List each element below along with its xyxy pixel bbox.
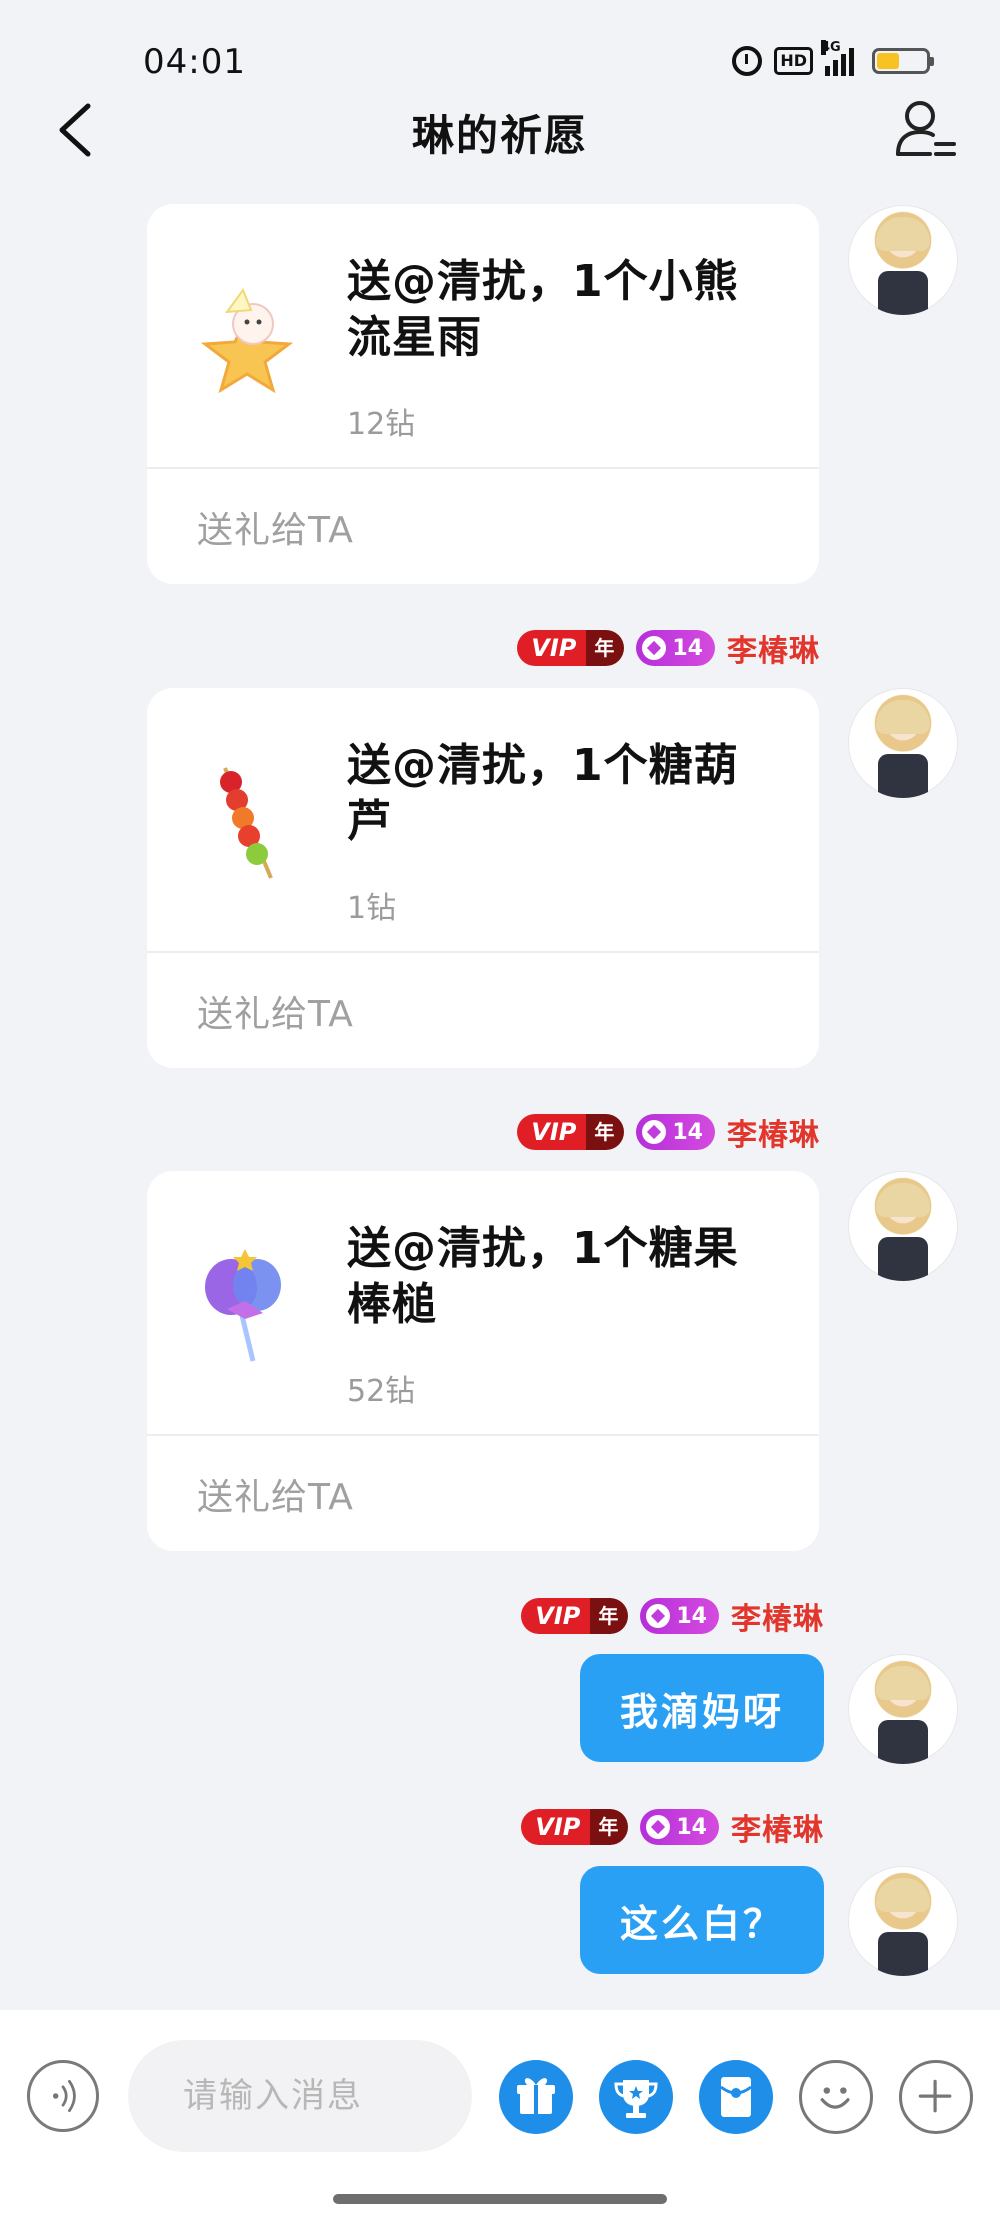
emoji-icon[interactable] [799, 2060, 873, 2134]
level-diamond-icon [642, 1120, 667, 1144]
status-time: 04:01 [143, 42, 246, 82]
page-title: 琳的祈愿 [411, 111, 588, 160]
sender-name[interactable]: 李椿琳 [731, 1805, 824, 1849]
gift-message-card: 送@清扰，1个小熊流星雨 12钻 送礼给TA [147, 204, 819, 584]
vip-badge: VIP 年 [521, 1809, 629, 1845]
level-diamond-icon [646, 1815, 671, 1839]
avatar[interactable] [848, 1866, 958, 1976]
send-gift-button[interactable]: 送礼给TA [147, 469, 819, 584]
avatar[interactable] [848, 1654, 958, 1764]
sender-name[interactable]: 李椿琳 [731, 1594, 824, 1638]
bear-star-gift-icon [200, 287, 294, 394]
alarm-icon [732, 46, 763, 76]
gift-price: 52钻 [347, 1374, 416, 1409]
gift-price: 12钻 [347, 407, 416, 442]
sender-info: VIP 年 14 李椿琳 [517, 626, 820, 670]
level-badge: 14 [636, 630, 715, 666]
gift-price: 1钻 [347, 891, 397, 926]
candied-haws-gift-icon [220, 767, 273, 879]
status-bar: 04:01 HD 4G [0, 0, 1000, 100]
sender-info: VIP 年 14 李椿琳 [521, 1594, 824, 1638]
signal-icon: 4G [821, 40, 854, 76]
hd-icon: HD [774, 47, 813, 75]
home-indicator[interactable] [333, 2194, 667, 2204]
gift-message-card: 送@清扰，1个糖果棒槌 52钻 送礼给TA [147, 1171, 819, 1551]
voice-icon[interactable] [27, 2060, 99, 2132]
status-icons: HD 4G [732, 40, 934, 76]
level-diamond-icon [642, 636, 667, 660]
candy-wand-gift-icon [205, 1249, 281, 1362]
trophy-icon[interactable] [599, 2060, 673, 2134]
network-type: 4G [821, 40, 841, 55]
vip-badge: VIP 年 [517, 1114, 625, 1150]
input-bar [0, 2010, 1000, 2222]
avatar[interactable] [848, 688, 958, 798]
avatar[interactable] [848, 1171, 958, 1281]
text-message-bubble[interactable]: 我滴妈呀 [580, 1654, 824, 1762]
vip-badge: VIP 年 [517, 630, 625, 666]
send-gift-button[interactable]: 送礼给TA [147, 1436, 819, 1551]
level-badge: 14 [636, 1114, 715, 1150]
sender-name[interactable]: 李椿琳 [727, 1110, 820, 1154]
sender-info: VIP 年 14 李椿琳 [517, 1110, 820, 1154]
level-badge: 14 [640, 1809, 719, 1845]
vip-badge: VIP 年 [521, 1598, 629, 1634]
gift-text: 送@清扰，1个小熊流星雨 [347, 256, 739, 363]
plus-icon[interactable] [899, 2060, 973, 2134]
sender-name[interactable]: 李椿琳 [727, 626, 820, 670]
gift-icon[interactable] [499, 2060, 573, 2134]
level-diamond-icon [646, 1604, 671, 1628]
red-packet-icon[interactable] [699, 2060, 773, 2134]
text-message-bubble[interactable]: 这么白？ [580, 1866, 824, 1974]
battery-icon [872, 48, 934, 74]
gift-message-card: 送@清扰，1个糖葫芦 1钻 送礼给TA [147, 688, 819, 1068]
header: 琳的祈愿 [0, 100, 1000, 200]
profile-settings-button[interactable] [890, 94, 960, 164]
avatar[interactable] [848, 205, 958, 315]
sender-info: VIP 年 14 李椿琳 [521, 1805, 824, 1849]
gift-text: 送@清扰，1个糖葫芦 [347, 740, 739, 847]
message-input[interactable] [128, 2040, 472, 2152]
level-badge: 14 [640, 1598, 719, 1634]
gift-text: 送@清扰，1个糖果棒槌 [347, 1223, 739, 1330]
send-gift-button[interactable]: 送礼给TA [147, 953, 819, 1068]
